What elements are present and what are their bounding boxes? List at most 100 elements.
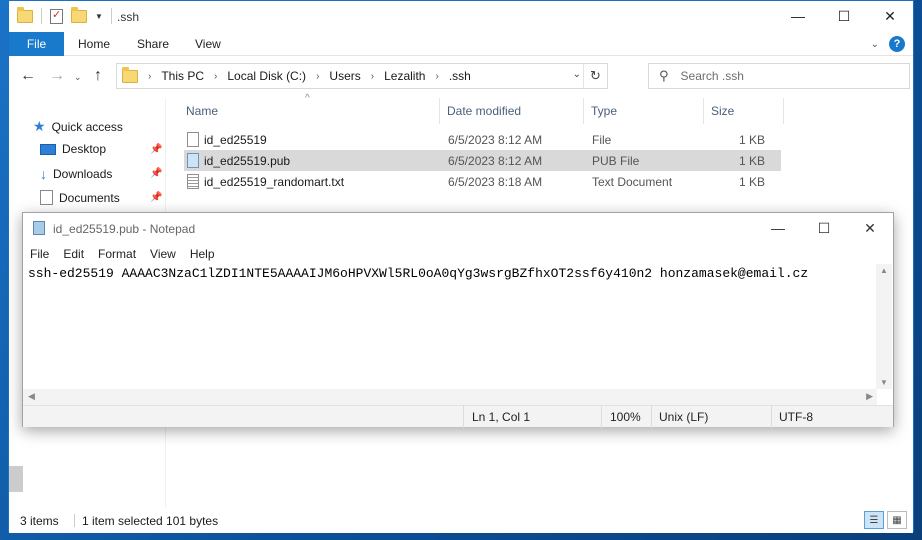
details-view-icon[interactable]: ☰ <box>864 511 884 529</box>
file-size: 1 KB <box>738 174 765 189</box>
help-icon[interactable]: ? <box>889 36 905 52</box>
horizontal-scrollbar[interactable]: ◀ ▶ <box>23 389 877 405</box>
minimize-button[interactable]: — <box>775 1 821 31</box>
navigation-bar: ← → ⌄ ↑ › This PC › Local Disk (C:) › Us… <box>9 56 913 98</box>
selection-info: 1 item selected 101 bytes <box>82 514 219 528</box>
file-icon <box>187 132 199 147</box>
file-date: 6/5/2023 8:12 AM <box>448 132 543 147</box>
vertical-scrollbar[interactable]: ▲ ▼ <box>876 264 892 389</box>
window-controls: — ☐ ✕ <box>775 1 913 31</box>
status-divider <box>463 406 464 428</box>
breadcrumb-users[interactable]: Users <box>329 69 360 83</box>
sidebar-selection-highlight <box>9 466 23 492</box>
quick-access-toolbar: ▼ <box>17 6 112 24</box>
tab-share[interactable]: Share <box>137 37 169 51</box>
tab-home[interactable]: Home <box>78 37 110 51</box>
chevron-right-icon[interactable]: › <box>148 71 151 82</box>
zoom-level: 100% <box>610 410 641 424</box>
toolbar-divider <box>41 8 42 24</box>
menu-format[interactable]: Format <box>91 244 143 264</box>
breadcrumb-this-pc[interactable]: This PC <box>161 69 204 83</box>
chevron-right-icon[interactable]: › <box>371 71 374 82</box>
chevron-right-icon[interactable]: › <box>316 71 319 82</box>
large-icons-view-icon[interactable]: ▦ <box>887 511 907 529</box>
menu-view[interactable]: View <box>143 244 183 264</box>
menu-help[interactable]: Help <box>183 244 222 264</box>
download-icon: ↓ <box>40 166 47 182</box>
breadcrumb-local-disk[interactable]: Local Disk (C:) <box>227 69 306 83</box>
breadcrumb-lezalith[interactable]: Lezalith <box>384 69 425 83</box>
column-divider[interactable] <box>783 98 784 124</box>
cursor-position: Ln 1, Col 1 <box>472 410 531 424</box>
column-header-type[interactable]: Type <box>591 104 617 118</box>
back-arrow-icon[interactable]: ← <box>20 67 36 85</box>
notepad-titlebar: id_ed25519.pub - Notepad — ☐ ✕ <box>23 213 893 244</box>
close-button[interactable]: ✕ <box>847 213 893 243</box>
column-header-size[interactable]: Size <box>711 104 734 118</box>
status-divider <box>651 406 652 428</box>
scroll-left-icon[interactable]: ◀ <box>28 391 35 402</box>
file-name: id_ed25519_randomart.txt <box>204 174 345 189</box>
sidebar-item-label: Downloads <box>53 167 113 181</box>
breadcrumb-ssh[interactable]: .ssh <box>449 69 471 83</box>
chevron-down-icon[interactable]: ⌄ <box>573 69 581 80</box>
table-row-selected[interactable]: id_ed25519.pub 6/5/2023 8:12 AM PUB File… <box>184 150 781 171</box>
notepad-menu-bar: File Edit Format View Help <box>23 244 893 264</box>
sidebar-item-label: Quick access <box>51 119 123 134</box>
column-divider[interactable] <box>703 98 704 124</box>
notepad-text-area[interactable]: ssh-ed25519 AAAAC3NzaC1lZDI1NTE5AAAAIJM6… <box>23 264 877 389</box>
table-row[interactable]: id_ed25519 6/5/2023 8:12 AM File 1 KB <box>184 129 781 150</box>
star-icon: ★ <box>33 118 46 134</box>
maximize-button[interactable]: ☐ <box>801 213 847 243</box>
notepad-window-controls: — ☐ ✕ <box>755 213 893 243</box>
menu-edit[interactable]: Edit <box>56 244 91 264</box>
ribbon-tabs: File Home Share View ⌄ ? <box>9 32 913 56</box>
minimize-button[interactable]: — <box>755 213 801 243</box>
window-title: .ssh <box>117 10 140 24</box>
table-row[interactable]: id_ed25519_randomart.txt 6/5/2023 8:18 A… <box>184 171 781 192</box>
sidebar-item-label: Documents <box>59 190 120 205</box>
recent-locations-icon[interactable]: ⌄ <box>74 72 82 83</box>
chevron-right-icon[interactable]: › <box>435 71 438 82</box>
file-date: 6/5/2023 8:12 AM <box>448 153 543 168</box>
tab-view[interactable]: View <box>195 37 221 51</box>
menu-file[interactable]: File <box>23 244 56 264</box>
file-type: File <box>592 132 612 147</box>
forward-arrow-icon[interactable]: → <box>49 67 65 85</box>
notepad-status-bar: Ln 1, Col 1 100% Unix (LF) UTF-8 <box>23 405 893 428</box>
column-divider[interactable] <box>439 98 440 124</box>
refresh-icon[interactable]: ↻ <box>583 64 607 88</box>
scroll-up-icon[interactable]: ▲ <box>880 266 888 275</box>
file-type: PUB File <box>592 153 640 168</box>
up-arrow-icon[interactable]: ↑ <box>94 67 102 85</box>
address-bar[interactable]: › This PC › Local Disk (C:) › Users › Le… <box>116 63 608 89</box>
scroll-down-icon[interactable]: ▼ <box>880 378 888 387</box>
sidebar-item-downloads[interactable]: ↓ Downloads <box>40 166 112 182</box>
file-name: id_ed25519 <box>204 132 267 147</box>
pin-icon: 📌 <box>150 144 163 155</box>
file-date: 6/5/2023 8:18 AM <box>448 174 543 189</box>
column-header-date[interactable]: Date modified <box>447 104 521 118</box>
notepad-window: id_ed25519.pub - Notepad — ☐ ✕ File Edit… <box>22 212 894 428</box>
file-size: 1 KB <box>738 153 765 168</box>
expand-ribbon-icon[interactable]: ⌄ <box>871 39 879 50</box>
maximize-button[interactable]: ☐ <box>821 1 867 31</box>
close-button[interactable]: ✕ <box>867 1 913 31</box>
chevron-right-icon[interactable]: › <box>214 71 217 82</box>
file-type: Text Document <box>592 174 673 189</box>
column-header-name[interactable]: Name <box>186 104 218 118</box>
customize-toolbar-icon[interactable]: ▼ <box>95 12 103 21</box>
search-input[interactable]: ⚲ Search .ssh <box>648 63 910 89</box>
sidebar-item-desktop[interactable]: Desktop <box>40 142 106 156</box>
tab-file[interactable]: File <box>9 32 64 56</box>
sidebar-item-quick-access[interactable]: ★ Quick access <box>33 118 123 135</box>
properties-icon[interactable] <box>50 8 63 24</box>
notepad-title: id_ed25519.pub - Notepad <box>53 222 196 236</box>
column-divider[interactable] <box>583 98 584 124</box>
folder-icon <box>17 6 33 23</box>
scroll-right-icon[interactable]: ▶ <box>866 391 873 402</box>
notepad-icon <box>33 221 45 235</box>
new-folder-icon[interactable] <box>71 6 87 23</box>
sidebar-item-documents[interactable]: Documents <box>40 190 120 205</box>
pub-file-icon <box>187 153 199 168</box>
